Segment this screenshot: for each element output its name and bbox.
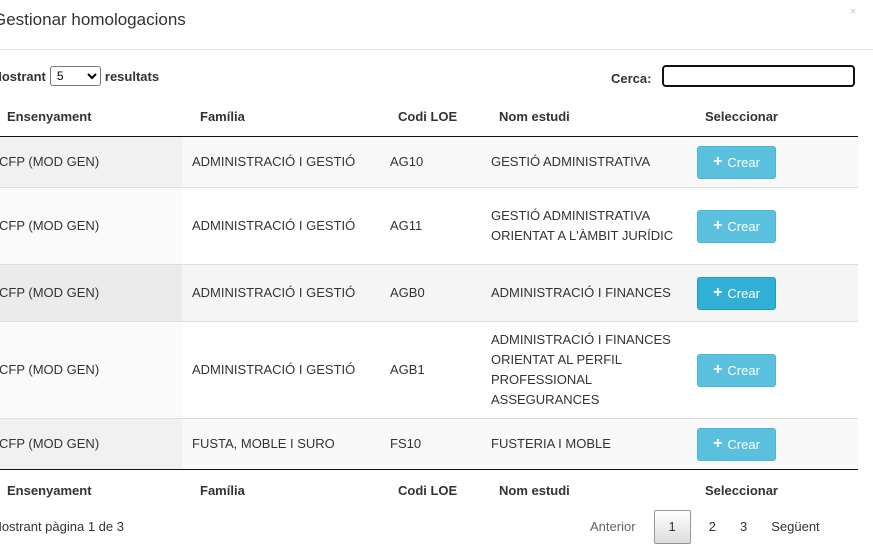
cell-seleccionar: + Crear: [687, 264, 858, 322]
crear-button[interactable]: + Crear: [697, 353, 776, 387]
column-header-nom-estudi[interactable]: Nom estudi: [481, 96, 687, 137]
cell-ensenyament: CFP (MOD GEN): [0, 264, 182, 322]
cell-codi-loe: AGB1: [380, 321, 481, 419]
modal-title: Gestionar homologacions: [0, 10, 186, 29]
plus-icon: +: [713, 217, 723, 234]
crear-button-label: Crear: [727, 285, 760, 301]
table-footer-row: Ensenyament Família Codi LOE Nom estudi …: [0, 469, 858, 510]
table-row: CFP (MOD GEN) ADMINISTRACIÓ I GESTIÓ AGB…: [0, 321, 858, 419]
modal-header-divider: [0, 49, 873, 50]
close-icon[interactable]: ×: [850, 6, 856, 18]
crear-button-label: Crear: [727, 436, 760, 452]
cell-codi-loe: FS10: [380, 418, 481, 470]
length-suffix-label: resultats: [104, 68, 160, 84]
page-button-3[interactable]: 3: [728, 509, 759, 545]
previous-page-button[interactable]: Anterior: [578, 509, 648, 545]
cell-ensenyament: CFP (MOD GEN): [0, 321, 182, 419]
table-row: CFP (MOD GEN) FUSTA, MOBLE I SURO FS10 F…: [0, 418, 858, 470]
pagination: Anterior 1 2 3 Següent: [578, 509, 832, 545]
crear-button[interactable]: + Crear: [697, 145, 776, 179]
cell-ensenyament: CFP (MOD GEN): [0, 187, 182, 265]
page-length-control: Mostrant 5 resultats: [0, 66, 159, 86]
length-prefix-label: Mostrant: [0, 68, 46, 84]
cell-familia: ADMINISTRACIÓ I GESTIÓ: [182, 264, 380, 322]
cell-codi-loe: AG10: [380, 136, 481, 188]
table-row: CFP (MOD GEN) ADMINISTRACIÓ I GESTIÓ AG1…: [0, 187, 858, 265]
cell-ensenyament: CFP (MOD GEN): [0, 418, 182, 470]
cell-familia: ADMINISTRACIÓ I GESTIÓ: [182, 321, 380, 419]
page-button-1[interactable]: 1: [653, 510, 691, 544]
plus-icon: +: [713, 361, 723, 378]
cell-nom-estudi: GESTIÓ ADMINISTRATIVA ORIENTAT A L'ÀMBIT…: [481, 187, 687, 265]
search-input[interactable]: [662, 65, 855, 87]
cell-nom-estudi: GESTIÓ ADMINISTRATIVA: [481, 136, 687, 188]
column-header-codi-loe[interactable]: Codi LOE: [380, 96, 481, 137]
cell-codi-loe: AG11: [380, 187, 481, 265]
cell-nom-estudi: ADMINISTRACIÓ I FINANCES ORIENTAT AL PER…: [481, 321, 687, 419]
table-row: CFP (MOD GEN) ADMINISTRACIÓ I GESTIÓ AG1…: [0, 136, 858, 188]
footer-header-familia: Família: [182, 469, 380, 510]
column-header-ensenyament[interactable]: Ensenyament: [0, 96, 182, 137]
cell-seleccionar: + Crear: [687, 187, 858, 265]
crear-button[interactable]: + Crear: [697, 276, 776, 310]
table-header-row: Ensenyament Família Codi LOE Nom estudi …: [0, 96, 858, 137]
crear-button-label: Crear: [727, 362, 760, 378]
crear-button-label: Crear: [727, 154, 760, 170]
table-row: CFP (MOD GEN) ADMINISTRACIÓ I GESTIÓ AGB…: [0, 264, 858, 322]
plus-icon: +: [713, 435, 723, 452]
search-label: Cerca:: [611, 71, 652, 86]
cell-familia: FUSTA, MOBLE I SURO: [182, 418, 380, 470]
page-button-2[interactable]: 2: [697, 509, 728, 545]
homologations-table: Ensenyament Família Codi LOE Nom estudi …: [0, 96, 858, 510]
footer-header-ensenyament: Ensenyament: [0, 469, 182, 510]
cell-nom-estudi: ADMINISTRACIÓ I FINANCES: [481, 264, 687, 322]
cell-nom-estudi: FUSTERIA I MOBLE: [481, 418, 687, 470]
next-page-button[interactable]: Següent: [759, 509, 831, 545]
column-header-seleccionar: Seleccionar: [687, 96, 858, 137]
column-header-familia[interactable]: Família: [182, 96, 380, 137]
crear-button-label: Crear: [727, 218, 760, 234]
cell-seleccionar: + Crear: [687, 136, 858, 188]
plus-icon: +: [713, 284, 723, 301]
cell-ensenyament: CFP (MOD GEN): [0, 136, 182, 188]
cell-codi-loe: AGB0: [380, 264, 481, 322]
page-length-select[interactable]: 5: [49, 66, 101, 86]
crear-button[interactable]: + Crear: [697, 427, 776, 461]
pagination-info: Mostrant pàgina 1 de 3: [0, 519, 124, 534]
cell-seleccionar: + Crear: [687, 418, 858, 470]
crear-button[interactable]: + Crear: [697, 209, 776, 243]
plus-icon: +: [713, 153, 723, 170]
footer-header-seleccionar: Seleccionar: [687, 469, 858, 510]
cell-seleccionar: + Crear: [687, 321, 858, 419]
footer-header-codi-loe: Codi LOE: [380, 469, 481, 510]
cell-familia: ADMINISTRACIÓ I GESTIÓ: [182, 136, 380, 188]
footer-header-nom-estudi: Nom estudi: [481, 469, 687, 510]
cell-familia: ADMINISTRACIÓ I GESTIÓ: [182, 187, 380, 265]
